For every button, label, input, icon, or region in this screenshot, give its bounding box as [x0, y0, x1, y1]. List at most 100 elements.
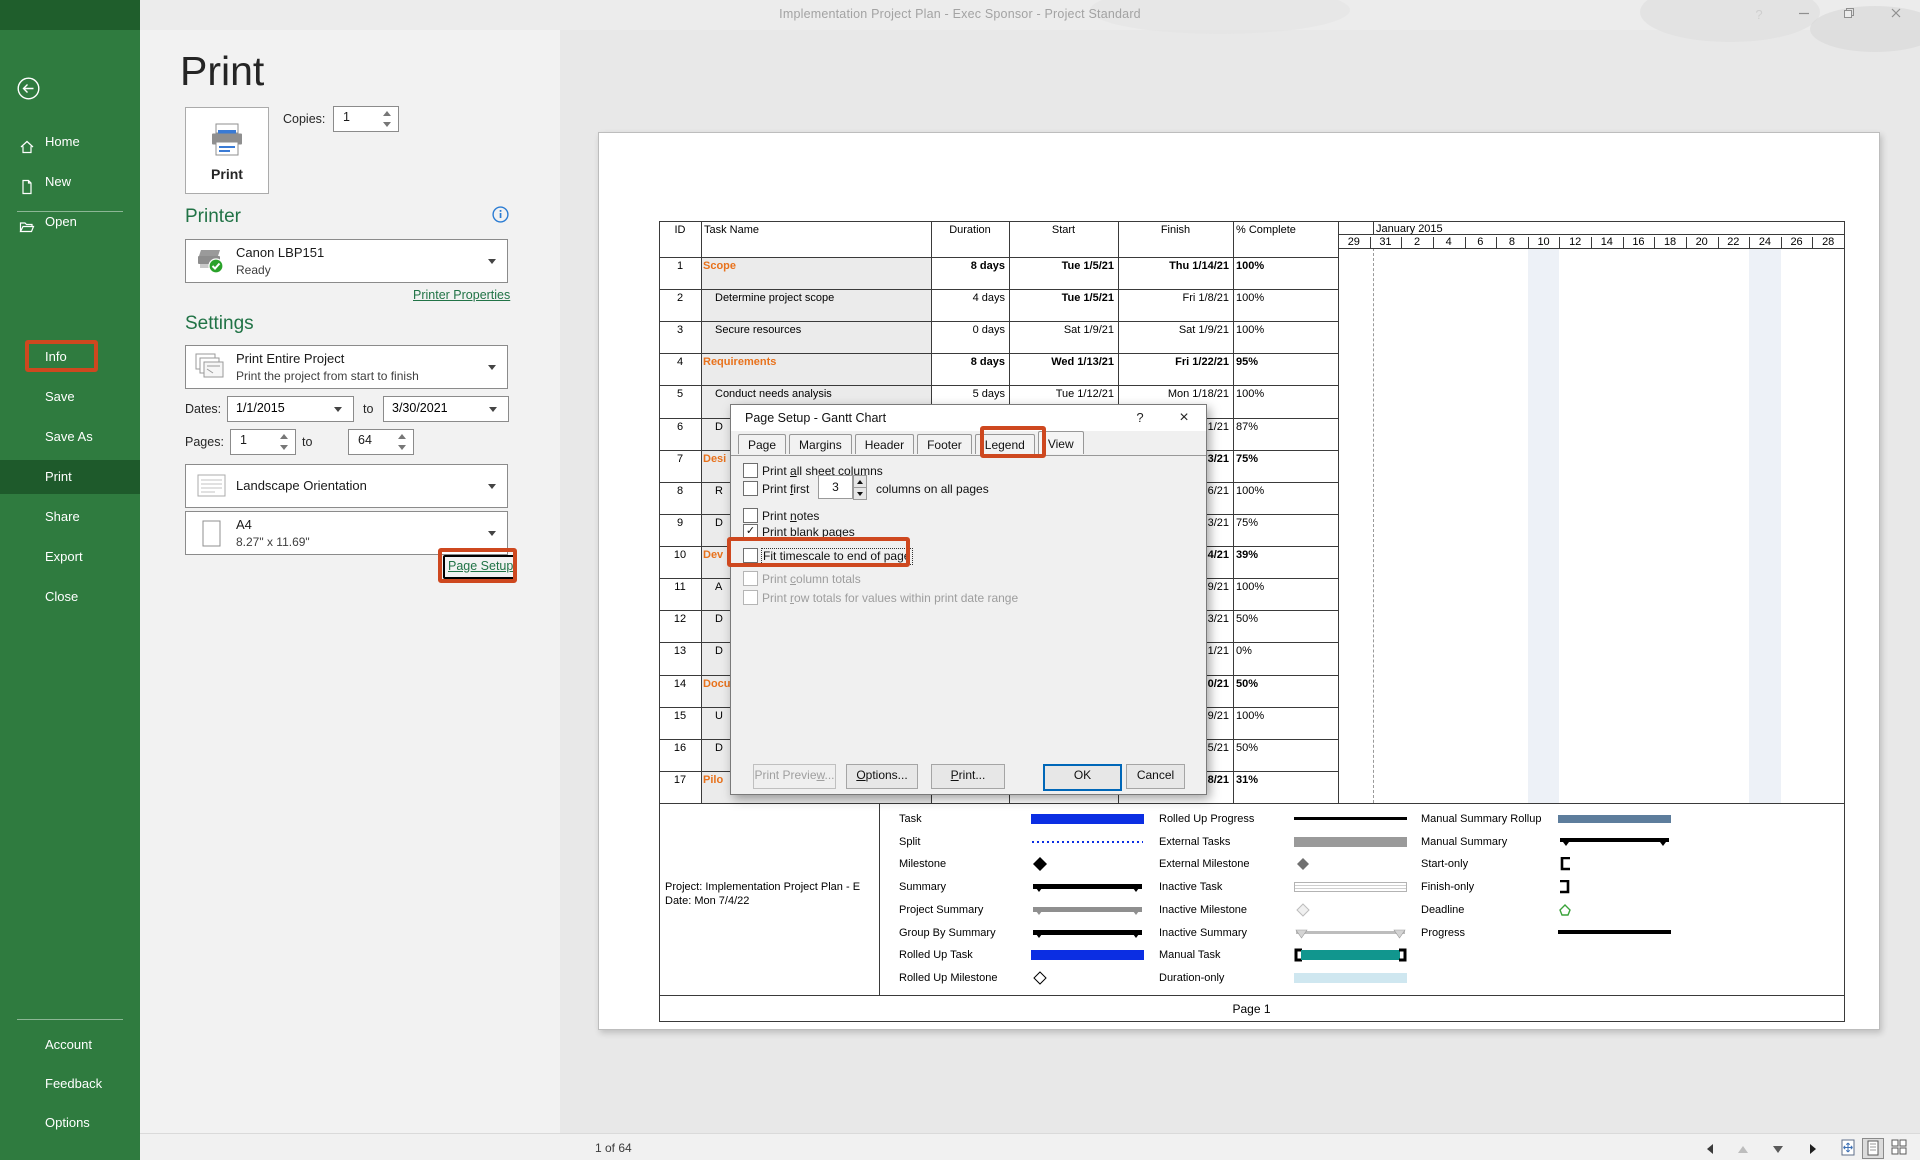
checkbox-label: Print row totals for values within print… [762, 591, 1018, 605]
legend-symbol-milestone-gray [1294, 857, 1407, 871]
print-first-columns-stepper[interactable]: 3 [818, 475, 853, 499]
timeline-tick-label: 18 [1654, 236, 1686, 248]
legend-symbol-bar-blue [1031, 812, 1144, 826]
orientation-select[interactable]: Landscape Orientation [185, 464, 508, 508]
dialog-close-icon[interactable]: × [1175, 410, 1193, 425]
sidebar-item-new[interactable]: New [0, 165, 140, 199]
cell-id: 13 [659, 645, 701, 657]
cell-finish: Fri 1/22/21 [1118, 356, 1229, 368]
page-from-value: 1 [240, 433, 247, 447]
footer-divider [659, 995, 1844, 996]
sidebar-item-save-as[interactable]: Save As [0, 420, 140, 454]
printer-select[interactable]: Canon LBP151 Ready [185, 239, 508, 283]
dialog-tab-divider [731, 455, 1206, 456]
date-to-select[interactable]: 3/30/2021 [383, 396, 509, 422]
spin-down-icon[interactable] [853, 487, 867, 500]
sidebar-item-account[interactable]: Account [0, 1028, 140, 1062]
dialog-help-icon[interactable]: ? [1131, 410, 1149, 425]
previous-page-icon[interactable] [1705, 1142, 1717, 1154]
checkbox[interactable] [743, 571, 758, 586]
dialog-button-ok[interactable]: OK [1043, 764, 1122, 791]
dialog-button-options[interactable]: Options... [846, 764, 918, 789]
tick-separator [1496, 237, 1497, 248]
minimize-icon[interactable] [1795, 6, 1813, 24]
cell-percent-complete: 100% [1236, 292, 1264, 304]
checkbox[interactable] [743, 590, 758, 605]
help-icon[interactable]: ? [1750, 6, 1768, 24]
sidebar-item-print[interactable]: Print [0, 460, 140, 494]
landscape-icon [197, 473, 227, 504]
cell-id: 15 [659, 710, 701, 722]
print-range-subtitle: Print the project from start to finish [236, 369, 419, 383]
spin-up-icon[interactable] [383, 111, 391, 116]
page-down-icon[interactable] [1772, 1142, 1784, 1154]
dialog-button-print[interactable]: Print... [931, 764, 1005, 789]
dialog-tab-margins[interactable]: Margins [789, 434, 852, 454]
legend-symbol-summary-inactive [1294, 926, 1407, 940]
sidebar-item-label: Account [45, 1028, 92, 1062]
copies-stepper[interactable]: 1 [333, 106, 399, 132]
backstage-sidebar: HomeNewOpen InfoSaveSave AsPrintShareExp… [0, 0, 140, 1160]
page-up-icon[interactable] [1737, 1142, 1749, 1154]
checkbox-suffix-label: columns on all pages [876, 482, 989, 496]
table-border-right [1844, 221, 1845, 1021]
sidebar-item-share[interactable]: Share [0, 500, 140, 534]
legend-label: Milestone [899, 858, 946, 870]
cell-percent-complete: 50% [1236, 678, 1258, 690]
legend-symbol-deadline [1558, 903, 1671, 917]
spin-down-icon[interactable] [280, 445, 288, 450]
spin-up-icon[interactable] [398, 434, 406, 439]
multiple-pages-view-icon[interactable] [1889, 1138, 1909, 1157]
next-page-icon[interactable] [1808, 1142, 1820, 1154]
dialog-button-print-preview[interactable]: Print Preview... [753, 764, 836, 789]
sidebar-item-home[interactable]: Home [0, 125, 140, 159]
tick-separator [1338, 237, 1339, 248]
restore-icon[interactable] [1840, 6, 1858, 24]
cell-task-name: Docu [703, 678, 731, 690]
sidebar-item-feedback[interactable]: Feedback [0, 1067, 140, 1101]
sidebar-item-label: Share [45, 500, 80, 534]
date-from-select[interactable]: 1/1/2015 [227, 396, 354, 422]
page-from-stepper[interactable]: 1 [230, 429, 296, 455]
print-button[interactable]: Print [185, 107, 269, 194]
page-to-stepper[interactable]: 64 [348, 429, 414, 455]
checkbox[interactable] [743, 508, 758, 523]
sidebar-item-label: New [45, 165, 71, 199]
sidebar-item-save[interactable]: Save [0, 380, 140, 414]
checkbox[interactable] [743, 481, 758, 496]
spin-down-icon[interactable] [383, 122, 391, 127]
legend-label: External Tasks [1159, 836, 1230, 848]
spin-down-icon[interactable] [398, 445, 406, 450]
checkbox[interactable] [743, 463, 758, 478]
timeline-tick-label: 16 [1623, 236, 1655, 248]
dialog-tab-page[interactable]: Page [738, 434, 786, 454]
cell-duration: 5 days [931, 388, 1005, 400]
spin-up-icon[interactable] [280, 434, 288, 439]
stepper-arrows[interactable] [853, 475, 867, 499]
sidebar-item-close[interactable]: Close [0, 580, 140, 614]
legend-label: Rolled Up Milestone [899, 972, 997, 984]
legend-label: Summary [899, 881, 946, 893]
actual-size-view-icon[interactable] [1838, 1138, 1858, 1157]
printer-properties-link[interactable]: Printer Properties [413, 288, 510, 302]
timeline-tick-label: 4 [1433, 236, 1465, 248]
info-icon[interactable] [492, 206, 509, 228]
cell-task-name: D [715, 613, 723, 625]
dialog-title-bar[interactable]: Page Setup - Gantt Chart ? × [731, 405, 1206, 431]
cell-finish: Fri 1/8/21 [1118, 292, 1229, 304]
dialog-button-cancel[interactable]: Cancel [1126, 764, 1185, 789]
close-icon[interactable] [1887, 6, 1905, 24]
cell-id: 2 [659, 292, 701, 304]
sidebar-item-options[interactable]: Options [0, 1106, 140, 1140]
legend-project-divider [879, 803, 880, 995]
timeline-tick-label: 8 [1496, 236, 1528, 248]
back-button[interactable] [17, 77, 40, 100]
print-range-select[interactable]: Print Entire Project Print the project f… [185, 345, 508, 389]
dialog-tab-footer[interactable]: Footer [917, 434, 972, 454]
legend-label: Task [899, 813, 922, 825]
sidebar-item-export[interactable]: Export [0, 540, 140, 574]
task-name-cell-shading [702, 258, 931, 289]
dialog-tab-header[interactable]: Header [855, 434, 914, 454]
one-page-view-icon[interactable] [1862, 1138, 1884, 1159]
cell-start: Tue 1/5/21 [1009, 292, 1114, 304]
